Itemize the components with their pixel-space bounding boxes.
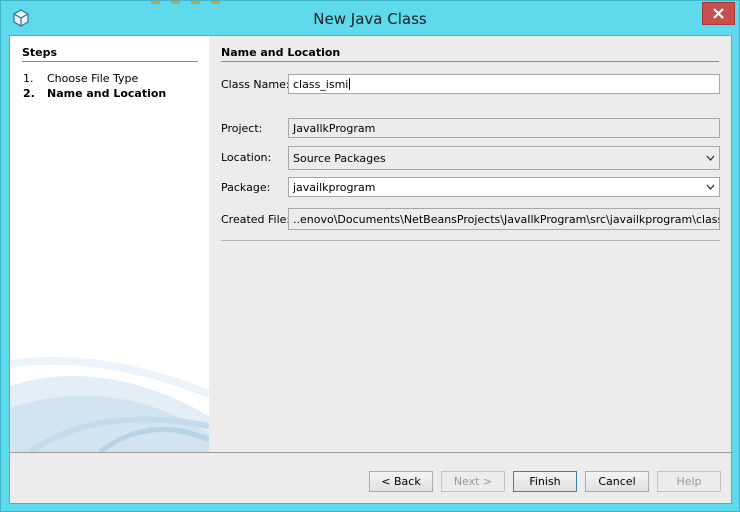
package-combobox[interactable]: javailkprogram: [288, 177, 720, 197]
project-field: JavaIlkProgram: [288, 118, 720, 138]
dialog-content: Steps 1. Choose File Type 2. Name and Loca…: [9, 35, 732, 504]
finish-button[interactable]: Finish: [513, 471, 577, 492]
project-label: Project:: [221, 122, 263, 135]
background-window-edge: [151, 1, 241, 5]
window-title: New Java Class: [313, 10, 427, 28]
close-icon: [713, 8, 724, 19]
cancel-button[interactable]: Cancel: [585, 471, 649, 492]
title-bar[interactable]: New Java Class: [1, 1, 739, 35]
chevron-down-icon: [706, 155, 715, 161]
location-dropdown[interactable]: Source Packages: [288, 146, 720, 170]
step-choose-file-type: 1. Choose File Type: [23, 72, 138, 85]
step-label: Choose File Type: [47, 72, 139, 85]
button-bar-divider: [10, 452, 731, 453]
created-file-field: ..enovo\Documents\NetBeansProjects\JavaI…: [288, 208, 720, 230]
form-divider: [221, 240, 720, 241]
package-value: javailkprogram: [293, 181, 376, 194]
step-label: Name and Location: [47, 87, 167, 100]
class-name-value: class_ismi: [293, 78, 349, 91]
class-name-input[interactable]: class_ismi: [288, 74, 720, 94]
next-button[interactable]: Next >: [441, 471, 505, 492]
back-button[interactable]: < Back: [369, 471, 433, 492]
chevron-down-icon: [706, 184, 715, 190]
help-button[interactable]: Help: [657, 471, 721, 492]
location-value: Source Packages: [293, 152, 386, 165]
step-number: 2.: [23, 87, 35, 100]
created-file-label: Created File:: [221, 213, 291, 226]
location-label: Location:: [221, 151, 272, 164]
close-button[interactable]: [702, 2, 735, 25]
package-label: Package:: [221, 181, 271, 194]
step-name-and-location: 2. Name and Location: [23, 87, 166, 100]
section-title: Name and Location: [221, 46, 719, 62]
step-number: 1.: [23, 72, 34, 85]
class-name-label: Class Name:: [221, 78, 290, 91]
decorative-swoosh-graphic: [10, 356, 209, 452]
text-caret: [349, 78, 351, 90]
new-java-class-dialog: New Java Class Steps 1. Choose File Type …: [0, 0, 740, 512]
steps-heading: Steps: [22, 46, 198, 62]
name-and-location-panel: Name and Location Class Name: class_ismi…: [209, 36, 731, 452]
steps-panel: Steps 1. Choose File Type 2. Name and Loca…: [10, 36, 209, 452]
